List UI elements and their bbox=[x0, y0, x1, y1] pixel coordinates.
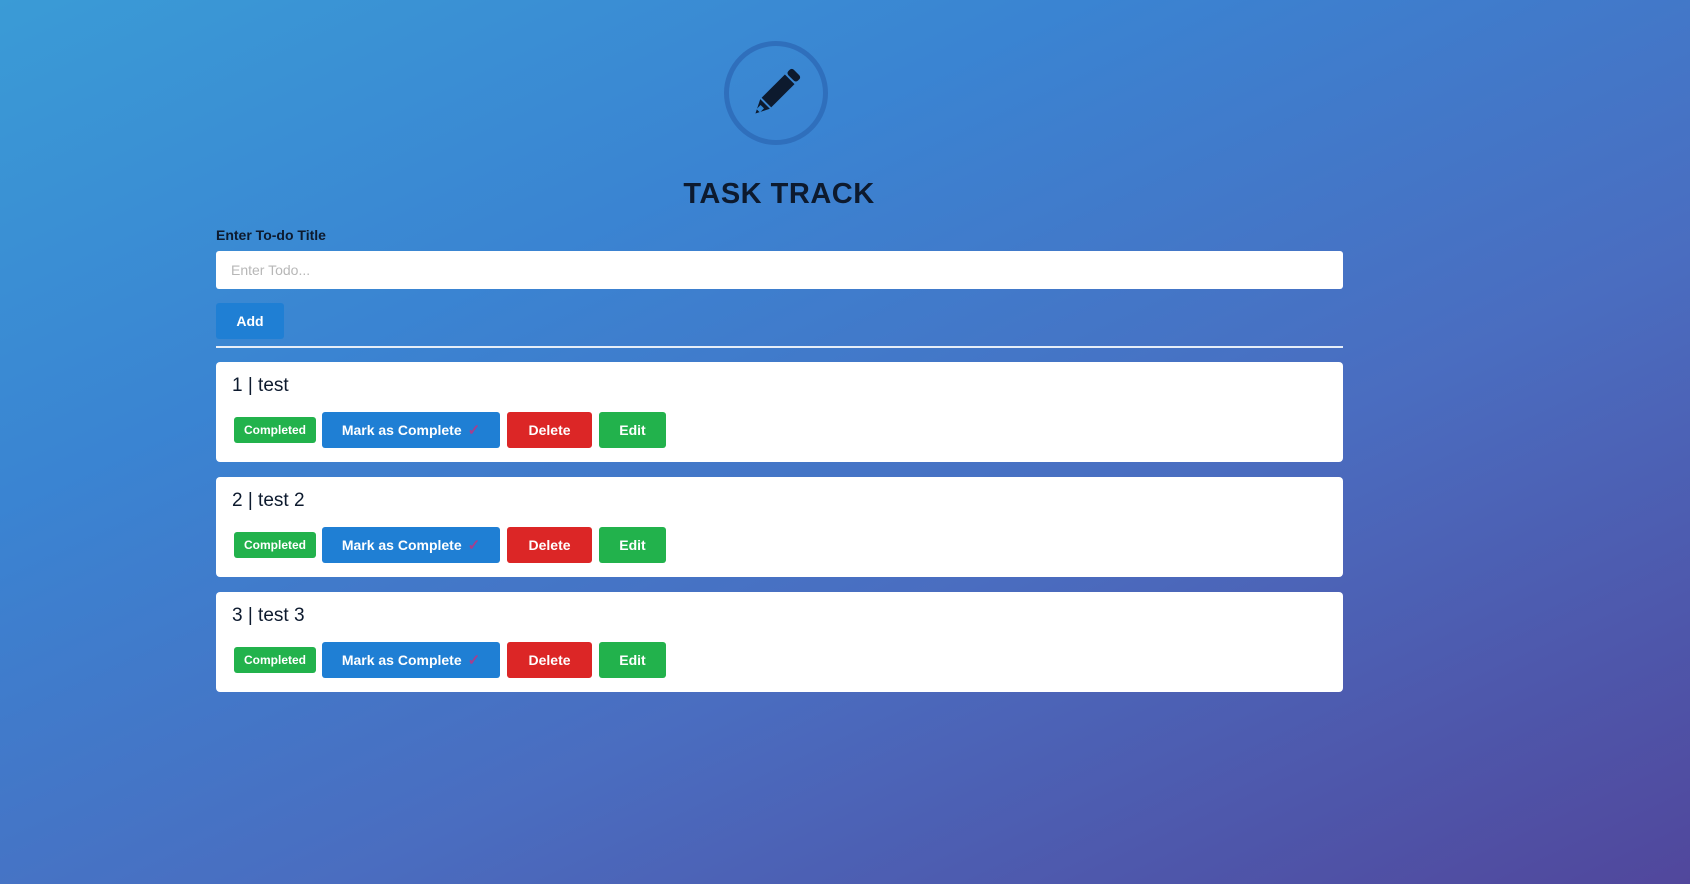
mark-complete-label: Mark as Complete bbox=[341, 537, 462, 553]
todo-item: 2 | test 2 Completed Mark as Complete ✓ … bbox=[216, 477, 1343, 577]
status-badge: Completed bbox=[234, 417, 317, 443]
delete-button[interactable]: Delete bbox=[507, 642, 593, 678]
divider bbox=[216, 346, 1343, 348]
status-badge: Completed bbox=[234, 532, 317, 558]
todo-actions: Completed Mark as Complete ✓ Delete Edit bbox=[232, 642, 673, 678]
status-badge: Completed bbox=[234, 647, 317, 673]
delete-button[interactable]: Delete bbox=[507, 412, 593, 448]
todo-item: 3 | test 3 Completed Mark as Complete ✓ … bbox=[216, 592, 1343, 692]
edit-button[interactable]: Edit bbox=[599, 642, 667, 678]
todo-item-title: 3 | test 3 bbox=[232, 605, 305, 626]
todo-list: 1 | test Completed Mark as Complete ✓ De… bbox=[216, 362, 1343, 707]
mark-complete-button[interactable]: Mark as Complete ✓ bbox=[322, 642, 501, 678]
page-title: TASK TRACK bbox=[683, 178, 875, 210]
todo-item: 1 | test Completed Mark as Complete ✓ De… bbox=[216, 362, 1343, 462]
todo-actions: Completed Mark as Complete ✓ Delete Edit bbox=[232, 527, 673, 563]
todo-item-title: 1 | test bbox=[232, 375, 289, 396]
mark-complete-button[interactable]: Mark as Complete ✓ bbox=[322, 412, 501, 448]
delete-button[interactable]: Delete bbox=[507, 527, 593, 563]
check-icon: ✓ bbox=[467, 422, 481, 439]
todo-actions: Completed Mark as Complete ✓ Delete Edit bbox=[232, 412, 673, 448]
pencil-icon bbox=[755, 68, 801, 114]
todo-item-title: 2 | test 2 bbox=[232, 490, 305, 511]
edit-button[interactable]: Edit bbox=[599, 527, 667, 563]
check-icon: ✓ bbox=[467, 537, 481, 554]
todo-title-label: Enter To-do Title bbox=[216, 227, 326, 243]
check-icon: ✓ bbox=[467, 652, 481, 669]
add-button[interactable]: Add bbox=[216, 303, 284, 339]
app-logo bbox=[724, 41, 828, 145]
todo-title-input[interactable] bbox=[216, 251, 1343, 289]
mark-complete-label: Mark as Complete bbox=[341, 652, 462, 668]
edit-button[interactable]: Edit bbox=[599, 412, 667, 448]
mark-complete-button[interactable]: Mark as Complete ✓ bbox=[322, 527, 501, 563]
mark-complete-label: Mark as Complete bbox=[341, 422, 462, 438]
